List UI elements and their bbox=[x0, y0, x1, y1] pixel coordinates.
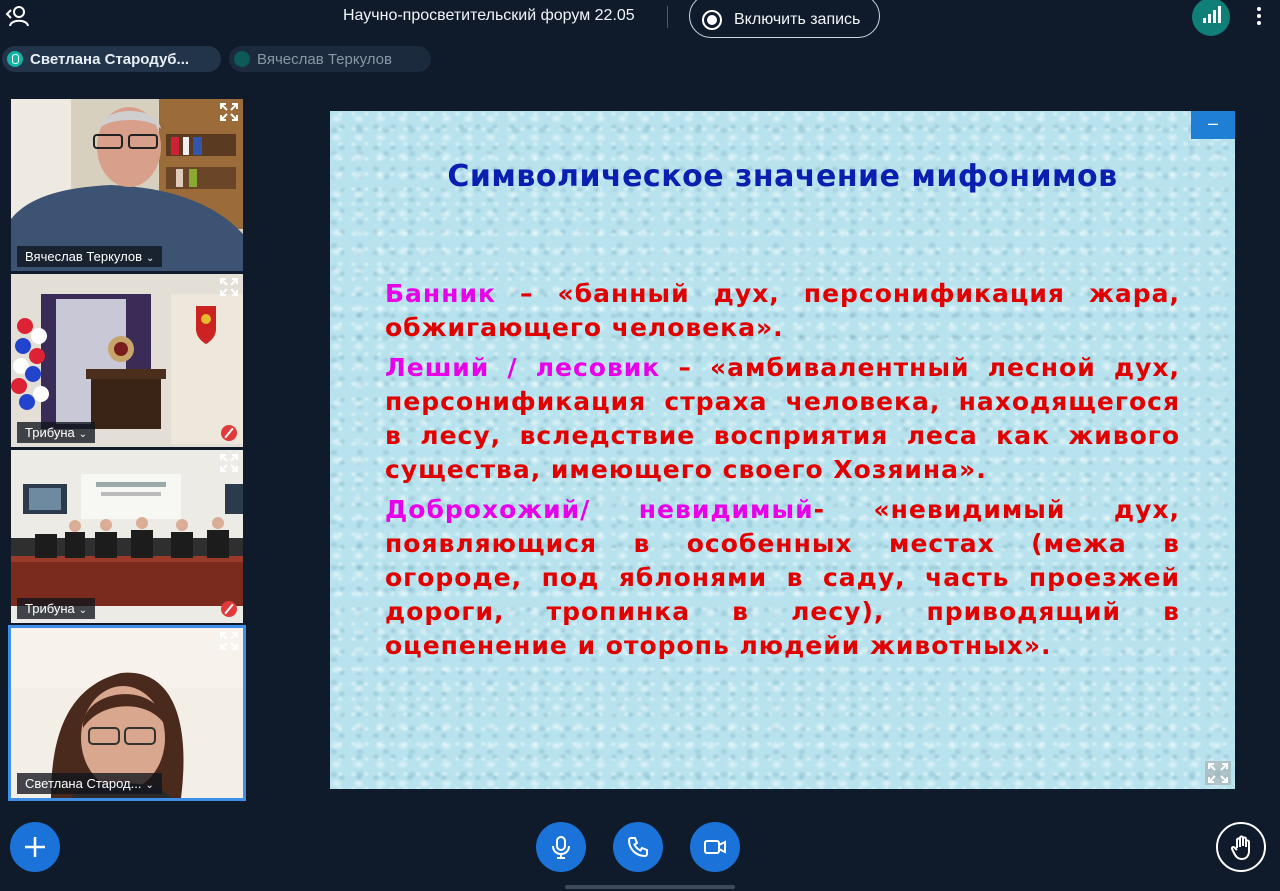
slide-entry: Банник – «банный дух, персонификация жар… bbox=[385, 277, 1180, 345]
camera-icon bbox=[704, 840, 726, 854]
camera-button[interactable] bbox=[690, 822, 740, 872]
slide-term: Леший / лесовик bbox=[385, 353, 661, 382]
expand-icon[interactable] bbox=[219, 453, 239, 473]
slide-term: Банник bbox=[385, 279, 496, 308]
meeting-title: Научно-просветительский форум 22.05 bbox=[343, 7, 635, 24]
participant-name-tag[interactable]: Вячеслав Теркулов ⌄ bbox=[17, 246, 163, 267]
speaker-chip[interactable]: Вячеслав Теркулов bbox=[229, 46, 431, 72]
expand-icon[interactable] bbox=[219, 277, 239, 297]
participant-tile[interactable]: Трибуна ⌄ bbox=[11, 450, 243, 623]
muted-icon bbox=[221, 601, 237, 617]
fullscreen-icon[interactable] bbox=[1205, 761, 1231, 785]
scroll-indicator bbox=[565, 885, 735, 889]
participant-tile[interactable]: Трибуна ⌄ bbox=[11, 274, 243, 447]
participant-name: Светлана Старод... bbox=[25, 776, 142, 791]
signal-icon[interactable] bbox=[1192, 0, 1230, 36]
chevron-down-icon: ⌄ bbox=[78, 605, 88, 616]
speaker-chip-label: Светлана Стародуб... bbox=[30, 50, 190, 68]
expand-icon[interactable] bbox=[219, 631, 239, 651]
add-button[interactable] bbox=[10, 822, 60, 872]
slide-entry: Доброхожий/ невидимый- «невидимый дух, п… bbox=[385, 493, 1180, 663]
microphone-button[interactable] bbox=[536, 822, 586, 872]
divider bbox=[667, 6, 668, 28]
slide-term: Доброхожий/ невидимый bbox=[385, 495, 814, 524]
slide-entry: Леший / лесовик – «амбивалентный лесной … bbox=[385, 351, 1180, 487]
call-button[interactable] bbox=[613, 822, 663, 872]
raise-hand-button[interactable] bbox=[1216, 822, 1266, 872]
record-button-label: Включить запись bbox=[734, 11, 861, 28]
participant-name: Вячеслав Теркулов bbox=[25, 249, 142, 264]
speaker-chip-active[interactable]: Светлана Стародуб... bbox=[2, 46, 221, 72]
shared-screen-slide: – Символическое значение мифонимов Банни… bbox=[330, 111, 1235, 789]
slide-title: Символическое значение мифонимов bbox=[447, 159, 1118, 194]
microphone-icon bbox=[552, 836, 570, 859]
minimize-button[interactable]: – bbox=[1191, 111, 1235, 139]
participant-tile[interactable]: Вячеслав Теркулов ⌄ bbox=[11, 99, 243, 271]
microphone-icon bbox=[7, 51, 23, 67]
participant-tile-active[interactable]: Светлана Старод... ⌄ bbox=[8, 625, 246, 801]
chevron-down-icon: ⌄ bbox=[145, 780, 154, 791]
participant-name-tag[interactable]: Трибуна ⌄ bbox=[17, 598, 96, 619]
participant-name: Трибуна bbox=[25, 425, 75, 440]
record-button[interactable]: Включить запись bbox=[689, 0, 880, 38]
participant-name: Трибуна bbox=[25, 601, 75, 616]
add-icon bbox=[25, 837, 45, 857]
raise-hand-icon bbox=[1230, 835, 1250, 861]
participant-name-tag[interactable]: Светлана Старод... ⌄ bbox=[17, 773, 162, 794]
chevron-down-icon: ⌄ bbox=[146, 253, 155, 264]
top-bar: Научно-просветительский форум 22.05 Вклю… bbox=[0, 0, 1280, 38]
leave-icon[interactable] bbox=[4, 4, 30, 28]
slide-definition: – «банный дух, персонификация жара, обжи… bbox=[385, 279, 1180, 342]
slide-body: Банник – «банный дух, персонификация жар… bbox=[385, 277, 1180, 669]
record-icon bbox=[702, 10, 722, 30]
phone-icon bbox=[627, 837, 648, 858]
participant-name-tag[interactable]: Трибуна ⌄ bbox=[17, 422, 96, 443]
speaker-status-icon bbox=[234, 51, 250, 67]
chevron-down-icon: ⌄ bbox=[78, 429, 88, 440]
expand-icon[interactable] bbox=[219, 102, 239, 122]
speaker-chip-label: Вячеслав Теркулов bbox=[257, 50, 392, 68]
muted-icon bbox=[221, 425, 237, 441]
more-icon[interactable] bbox=[1252, 4, 1266, 30]
